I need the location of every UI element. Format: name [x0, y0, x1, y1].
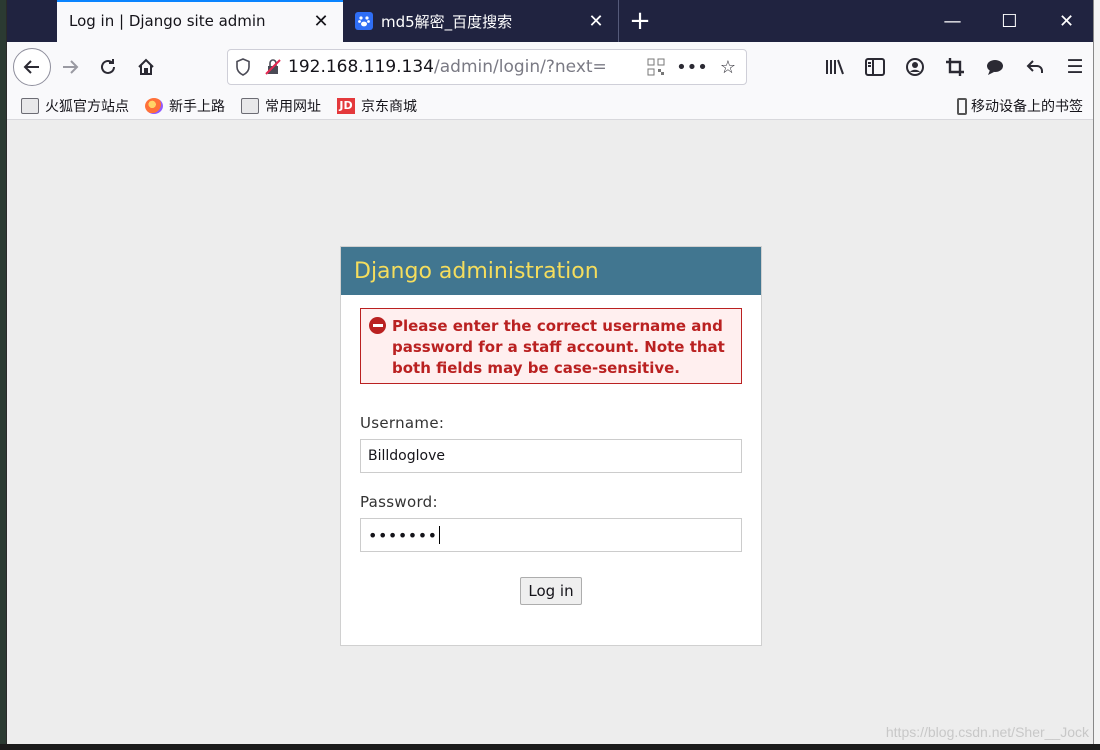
sidebar-icon[interactable] — [855, 48, 895, 86]
tab-strip: Log in | Django site admin ✕ md5解密_百度搜索 … — [7, 0, 1093, 42]
no-entry-icon — [369, 317, 386, 334]
mobile-bookmarks-label: 移动设备上的书签 — [971, 99, 1083, 115]
taskbar — [0, 744, 1100, 750]
close-icon[interactable]: ✕ — [311, 11, 331, 32]
mobile-bookmarks[interactable]: 移动设备上的书签 — [957, 96, 1083, 116]
new-tab-button[interactable]: + — [619, 0, 661, 42]
library-icon[interactable] — [815, 48, 855, 86]
login-button[interactable]: Log in — [520, 577, 582, 605]
folder-icon — [241, 97, 259, 114]
qr-code-icon[interactable] — [638, 50, 674, 84]
chat-icon[interactable] — [975, 48, 1015, 86]
screenshot-crop-icon[interactable] — [935, 48, 975, 86]
watermark: https://blog.csdn.net/Sher__Jock — [885, 724, 1089, 740]
page-actions-icon[interactable]: ••• — [674, 50, 710, 84]
password-field[interactable]: ••••••• — [360, 518, 742, 552]
bookmark-getting-started[interactable]: 新手上路 — [145, 96, 225, 116]
login-form: Django administration Please enter the c… — [340, 246, 762, 646]
back-arrow-icon[interactable] — [13, 48, 51, 86]
bookmark-common-sites[interactable]: 常用网址 — [241, 96, 321, 116]
phone-icon — [957, 97, 967, 115]
text-caret — [438, 526, 440, 544]
home-icon[interactable] — [127, 48, 165, 86]
tab-md5-search[interactable]: md5解密_百度搜索 ✕ — [343, 0, 619, 42]
bookmark-firefox-official[interactable]: 火狐官方站点 — [21, 96, 129, 116]
url-host: 192.168.119.134 — [288, 57, 435, 77]
insecure-lock-icon[interactable] — [258, 58, 288, 76]
undo-icon[interactable] — [1015, 48, 1055, 86]
username-field[interactable]: Billdoglove — [360, 439, 742, 473]
username-value: Billdoglove — [368, 448, 445, 464]
baidu-icon — [355, 12, 373, 30]
password-label: Password: — [360, 493, 438, 511]
close-window-icon[interactable]: ✕ — [1038, 0, 1093, 42]
bookmark-label: 常用网址 — [265, 98, 321, 115]
forward-arrow-icon[interactable] — [51, 48, 89, 86]
jd-icon: JD — [337, 97, 355, 114]
bookmark-jd[interactable]: JD 京东商城 — [337, 96, 417, 116]
toolbar-right: ☰ — [815, 48, 1093, 86]
folder-icon — [21, 97, 39, 114]
tab-title: md5解密_百度搜索 — [381, 12, 513, 31]
username-label: Username: — [360, 414, 445, 432]
account-icon[interactable] — [895, 48, 935, 86]
password-value: ••••••• — [368, 525, 438, 545]
tab-title: Log in | Django site admin — [69, 12, 266, 30]
firefox-icon — [145, 97, 163, 114]
navigation-toolbar: 192.168.119.134 /admin/login/?next= ••• … — [7, 42, 1093, 92]
shield-icon[interactable] — [228, 58, 258, 76]
error-text: Please enter the correct username and pa… — [392, 317, 725, 377]
bookmark-label: 新手上路 — [169, 98, 225, 115]
tab-django-login[interactable]: Log in | Django site admin ✕ — [57, 0, 343, 42]
url-path: /admin/login/?next= — [434, 57, 607, 77]
bookmarks-toolbar: 火狐官方站点 新手上路 常用网址 JD 京东商城 移动设备上的书签 — [7, 92, 1093, 120]
browser-window: Log in | Django site admin ✕ md5解密_百度搜索 … — [6, 0, 1094, 744]
page-content: Django administration Please enter the c… — [7, 121, 1093, 744]
bookmark-label: 京东商城 — [361, 98, 417, 115]
bookmark-label: 火狐官方站点 — [45, 98, 129, 115]
close-icon[interactable]: ✕ — [586, 11, 606, 32]
bookmark-star-icon[interactable]: ☆ — [710, 50, 746, 84]
hamburger-menu-icon[interactable]: ☰ — [1055, 48, 1093, 86]
site-header: Django administration — [341, 247, 761, 295]
error-note: Please enter the correct username and pa… — [360, 308, 742, 384]
address-bar[interactable]: 192.168.119.134 /admin/login/?next= ••• … — [227, 49, 747, 85]
minimize-icon[interactable]: — — [924, 0, 981, 42]
maximize-icon[interactable]: ☐ — [981, 0, 1038, 42]
reload-icon[interactable] — [89, 48, 127, 86]
window-controls: — ☐ ✕ — [924, 0, 1093, 42]
